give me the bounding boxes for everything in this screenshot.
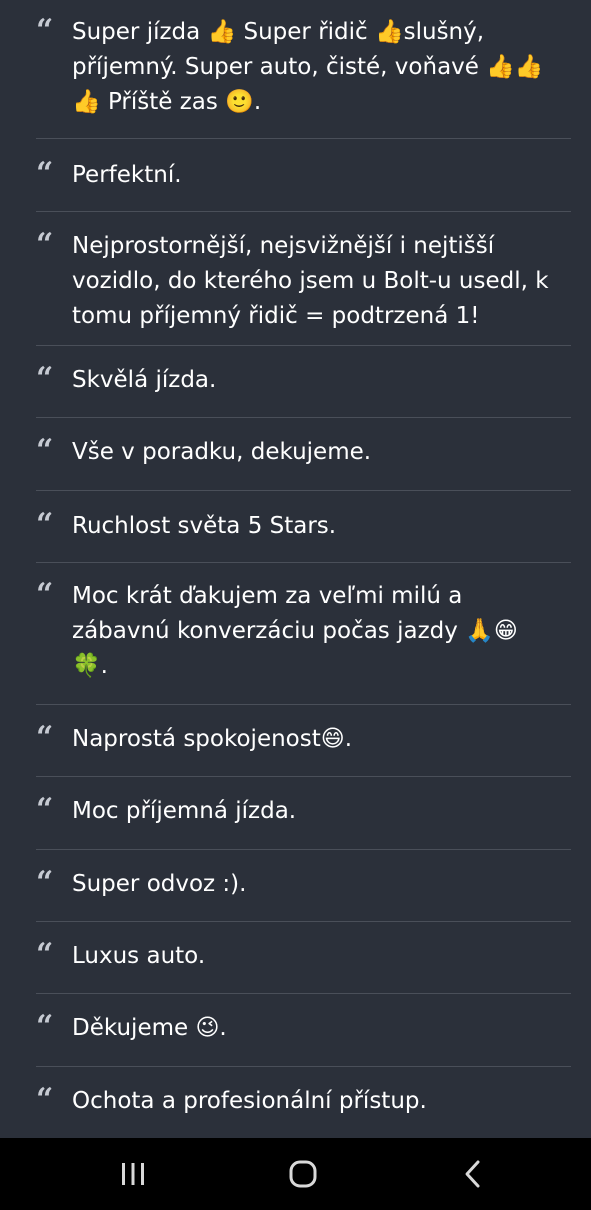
review-text: Moc příjemná jízda.: [72, 798, 297, 824]
quote-icon: “: [36, 227, 54, 262]
quote-icon: “: [36, 361, 54, 396]
quote-icon: “: [36, 1009, 54, 1044]
back-icon: [465, 1160, 480, 1188]
recent-apps-button[interactable]: [88, 1138, 178, 1210]
review-item: “ Super odvoz :).: [36, 850, 571, 922]
review-text: Moc krát ďakujem za veľmi milú a zábavnú…: [72, 583, 518, 679]
review-item: “ Perfektní.: [36, 139, 571, 212]
system-navigation-bar: [0, 1138, 591, 1210]
quote-icon: “: [36, 1082, 54, 1117]
review-item: “ Skvělá jízda.: [36, 346, 571, 418]
review-item: “ Ochota a profesionální přístup.: [36, 1067, 571, 1138]
quote-icon: “: [36, 720, 54, 755]
quote-icon: “: [36, 937, 54, 972]
recent-apps-icon: [122, 1163, 144, 1185]
review-item: “ Moc krát ďakujem za veľmi milú a zábav…: [36, 563, 571, 705]
review-item: “ Nejprostornější, nejsvižnější i nejtiš…: [36, 212, 571, 346]
quote-icon: “: [36, 577, 54, 612]
review-text: Perfektní.: [72, 162, 182, 188]
review-text: Super odvoz :).: [72, 871, 247, 897]
home-button[interactable]: [258, 1138, 348, 1210]
review-text: Vše v poradku, dekujeme.: [72, 439, 372, 465]
review-item: “ Naprostá spokojenost😄.: [36, 705, 571, 777]
review-text: Děkujeme 😉.: [72, 1015, 227, 1041]
quote-icon: “: [36, 156, 54, 191]
review-item: “ Děkujeme 😉.: [36, 994, 571, 1067]
review-text: Luxus auto.: [72, 943, 206, 969]
quote-icon: “: [36, 433, 54, 468]
review-text: Skvělá jízda.: [72, 367, 217, 393]
home-icon: [289, 1160, 317, 1188]
review-item: “ Vše v poradku, dekujeme.: [36, 418, 571, 491]
review-item: “ Moc příjemná jízda.: [36, 777, 571, 850]
quote-icon: “: [36, 13, 54, 48]
review-text: Ruchlost světa 5 Stars.: [72, 513, 337, 539]
review-text: Nejprostornější, nejsvižnější i nejtišší…: [72, 233, 549, 329]
review-item: “ Ruchlost světa 5 Stars.: [36, 491, 571, 563]
review-text: Ochota a profesionální přístup.: [72, 1088, 427, 1114]
review-item: “ Super jízda 👍 Super řidič 👍slušný, pří…: [36, 0, 571, 139]
quote-icon: “: [36, 792, 54, 827]
quote-icon: “: [36, 507, 54, 542]
review-text: Super jízda 👍 Super řidič 👍slušný, příje…: [72, 19, 544, 115]
back-button[interactable]: [428, 1138, 518, 1210]
quote-icon: “: [36, 865, 54, 900]
reviews-list[interactable]: “ Super jízda 👍 Super řidič 👍slušný, pří…: [0, 0, 591, 1138]
review-text: Naprostá spokojenost😄.: [72, 726, 353, 752]
review-item: “ Luxus auto.: [36, 922, 571, 994]
